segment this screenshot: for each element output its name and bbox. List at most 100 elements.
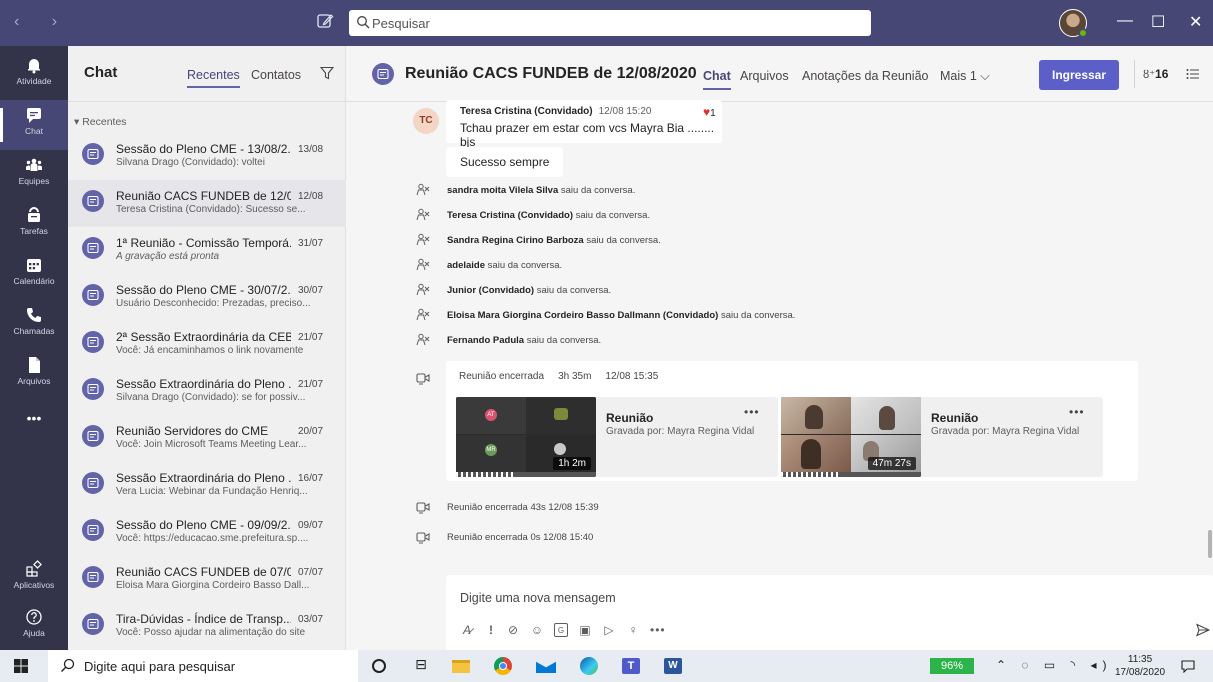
recording-card[interactable]: AT MR 1h 2m Reunião Gravada por: Mayra R… [456,397,778,477]
windows-start-icon[interactable] [14,659,28,673]
edge-icon[interactable] [578,656,600,676]
profile-avatar[interactable] [1059,9,1088,38]
format-icon[interactable]: A̷ [460,623,474,637]
more-options-icon[interactable]: ••• [744,405,760,419]
tab-arquivos[interactable]: Arquivos [740,69,789,83]
rail-chat[interactable]: Chat [0,100,68,150]
list-icon[interactable] [1186,68,1200,80]
chat-date: 16/07 [298,473,324,484]
mail-icon[interactable] [535,656,557,676]
minimize-button[interactable]: — [1117,12,1133,30]
avatar[interactable]: TC [413,108,439,134]
event-text: Reunião encerrada 43s 12/08 15:39 [447,502,599,513]
meeting-chat-icon [372,63,394,85]
close-button[interactable]: ✕ [1189,12,1202,32]
rail-more[interactable]: ••• [0,406,68,436]
search-icon [61,658,75,672]
tab-chat[interactable]: Chat [703,69,731,90]
reaction-badge[interactable]: ♥1 [703,105,716,119]
event-action: saiu da conversa. [575,210,651,221]
chat-title: 2ª Sessão Extraordinária da CEB... [116,330,291,344]
more-options-icon[interactable]: ••• [1069,405,1085,419]
system-tray-icons[interactable]: ⌃ ◌ ▭ ◝ ◂) [996,658,1113,672]
message-bubble[interactable]: Sucesso sempre [446,147,563,177]
chat-date: 21/07 [298,379,324,390]
rail-apps[interactable]: Aplicativos [0,554,68,604]
message-text: Tchau prazer em estar com vcs Mayra Bia … [460,121,715,149]
chat-list-item[interactable]: Sessão Extraordinária do Pleno ... 21/07 S… [68,368,346,415]
file-explorer-icon[interactable] [450,656,472,676]
new-chat-icon[interactable] [316,12,334,30]
recording-thumbnail[interactable]: 47m 27s [781,397,921,477]
word-icon[interactable]: W [662,656,684,676]
member-name: Fernando Padula [447,335,525,346]
rail-tasks[interactable]: Tarefas [0,200,68,250]
tab-mais[interactable]: Mais 1 ⌵ [940,69,990,84]
chrome-icon[interactable] [492,656,514,676]
section-recentes[interactable]: ▾ Recentes [74,116,127,128]
chat-list-item[interactable]: Reunião CACS FUNDEB de 07/0... 07/07 Elois… [68,556,346,603]
gif-icon[interactable]: G [554,623,568,637]
sticker-icon[interactable]: ▣ [578,623,592,637]
chat-list-item[interactable]: 2ª Sessão Extraordinária da CEB... 21/07 V… [68,321,346,368]
chat-list-item[interactable]: Sessão Extraordinária do Pleno ... 16/07 V… [68,462,346,509]
scrollbar-thumb[interactable] [1208,530,1212,558]
tab-contatos[interactable]: Contatos [251,68,301,82]
join-button[interactable]: Ingressar [1039,60,1119,90]
message-input[interactable] [460,587,1060,609]
chat-list-item[interactable]: Sessão do Pleno CME - 30/07/2... 30/07 Usu… [68,274,346,321]
task-view-icon[interactable]: ⊟ [410,656,432,676]
chat-list-item[interactable]: Sessão do Pleno CME - 13/08/2... 13/08 Sil… [68,133,346,180]
rail-label: Chat [25,126,43,136]
filter-icon[interactable] [320,66,334,80]
message-bubble[interactable]: Teresa Cristina (Convidado) 12/08 15:20 T… [446,100,722,149]
emoji-icon[interactable]: ☺ [530,623,544,637]
praise-icon[interactable]: ♀ [626,623,640,637]
taskbar-search[interactable] [48,650,358,682]
meet-now-icon[interactable]: ▷ [602,623,616,637]
recording-title: Reunião [931,411,979,425]
search-bar[interactable] [349,10,871,36]
more-options-icon[interactable]: ••• [650,623,665,637]
member-left-event: Eloisa Mara Giorgina Cordeiro Basso Dall… [416,308,1016,324]
taskbar-search-input[interactable] [84,657,344,675]
participants-button[interactable]: ȣ⁺16 [1143,67,1168,81]
important-icon[interactable]: ! [484,623,498,637]
maximize-button[interactable]: ☐ [1151,12,1165,32]
chat-list-item[interactable]: 1ª Reunião - Comissão Temporá... 31/07 A g… [68,227,346,274]
rail-label: Chamadas [13,326,55,336]
attach-icon[interactable]: ⊘ [506,623,520,637]
clock-time: 11:35 [1127,654,1153,665]
notifications-icon[interactable] [1181,660,1195,673]
cortana-icon[interactable] [368,656,390,676]
rail-files[interactable]: Arquivos [0,350,68,400]
rail-help[interactable]: Ajuda [0,602,68,652]
meeting-chat-icon [82,566,104,588]
history-nav[interactable]: ‹ › [14,13,71,31]
send-icon[interactable] [1196,623,1210,637]
chat-title: Reunião Servidores do CME [116,424,269,438]
tab-recentes[interactable]: Recentes [187,68,240,88]
rail-calls[interactable]: Chamadas [0,300,68,350]
member-name: Teresa Cristina (Convidado) [447,210,573,221]
chat-list-item[interactable]: Sessão do Pleno CME - 09/09/2... 09/07 Voc… [68,509,346,556]
teams-taskbar-icon[interactable]: T [620,656,642,676]
chat-preview: Teresa Cristina (Convidado): Sucesso se.… [116,204,306,215]
search-input[interactable] [372,13,852,33]
rail-teams[interactable]: Equipes [0,150,68,200]
tab-anotacoes[interactable]: Anotações da Reunião [802,69,928,83]
chat-list-title: Chat [84,64,118,81]
taskbar-clock[interactable]: 11:35 17/08/2020 [1115,653,1165,679]
battery-indicator[interactable]: 96% [930,658,974,674]
title-bar: ‹ › — ☐ ✕ [0,0,1213,46]
rail-activity[interactable]: Atividade [0,50,68,100]
chat-date: 13/08 [298,144,324,155]
person-leave-icon [416,183,430,196]
recording-card[interactable]: 47m 27s Reunião Gravada por: Mayra Regin… [781,397,1103,477]
video-camera-icon [416,502,430,514]
recording-thumbnail[interactable]: AT MR 1h 2m [456,397,596,477]
chat-list-item[interactable]: Tira-Dúvidas - Índice de Transp... 03/07 V… [68,603,346,650]
chat-list-item[interactable]: Reunião CACS FUNDEB de 12/0... 12/08 Teres… [68,180,346,227]
rail-calendar[interactable]: Calendário [0,250,68,300]
chat-list-item[interactable]: Reunião Servidores do CME 20/07 Você: Join… [68,415,346,462]
